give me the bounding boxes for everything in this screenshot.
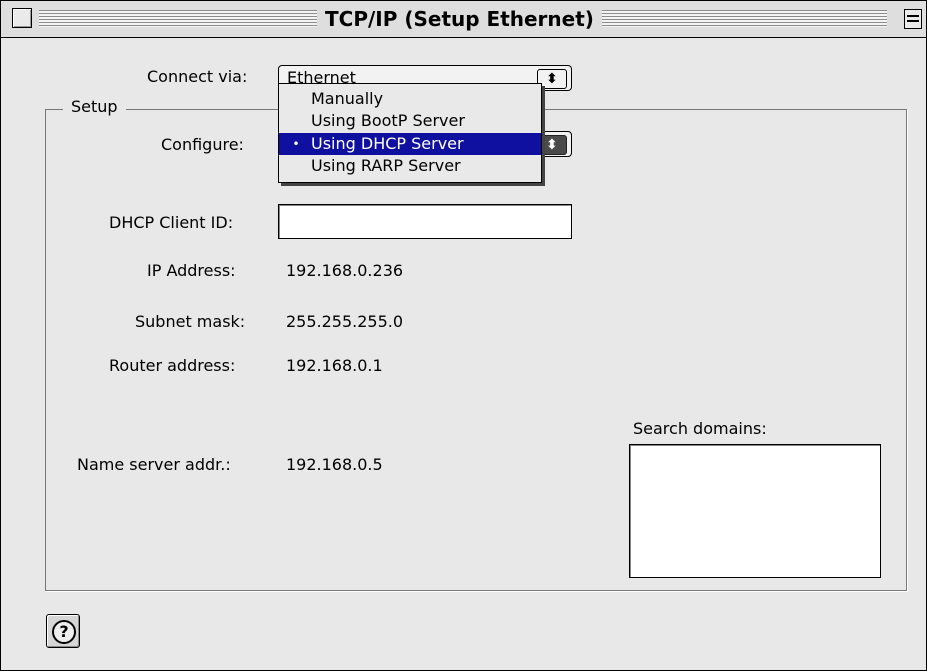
setup-group-label: Setup: [63, 97, 126, 117]
search-domains-field[interactable]: [629, 444, 881, 578]
menu-item-label: Using DHCP Server: [311, 134, 464, 153]
subnet-mask-label: Subnet mask:: [135, 312, 246, 331]
help-button[interactable]: ?: [46, 614, 80, 648]
dhcp-client-id-field[interactable]: [278, 204, 572, 239]
menu-item-label: Using RARP Server: [311, 156, 461, 175]
router-address-value: 192.168.0.1: [286, 356, 383, 375]
help-icon: ?: [52, 620, 76, 644]
menu-item-bootp[interactable]: Using BootP Server: [279, 110, 541, 132]
configure-label: Configure:: [161, 135, 244, 154]
router-address-label: Router address:: [109, 356, 236, 375]
menu-item-label: Using BootP Server: [311, 111, 465, 130]
menu-item-dhcp[interactable]: • Using DHCP Server: [279, 133, 541, 155]
tcpip-window: TCP/IP (Setup Ethernet) Connect via: Eth…: [0, 0, 927, 671]
menu-item-manually[interactable]: Manually: [279, 88, 541, 110]
ip-address-label: IP Address:: [147, 261, 236, 280]
window-title: TCP/IP (Setup Ethernet): [317, 5, 602, 33]
subnet-mask-value: 255.255.255.0: [286, 312, 404, 331]
title-bar[interactable]: TCP/IP (Setup Ethernet): [1, 1, 926, 38]
connect-via-label: Connect via:: [147, 67, 248, 86]
name-server-value: 192.168.0.5: [286, 455, 383, 474]
menu-item-label: Manually: [311, 89, 384, 108]
selected-bullet-icon: •: [292, 137, 300, 151]
menu-item-rarp[interactable]: Using RARP Server: [279, 155, 541, 177]
dhcp-client-id-label: DHCP Client ID:: [109, 213, 234, 232]
name-server-label: Name server addr.:: [77, 455, 231, 474]
ip-address-value: 192.168.0.236: [286, 261, 404, 280]
collapse-box[interactable]: [904, 9, 922, 29]
search-domains-label: Search domains:: [633, 419, 767, 438]
close-box[interactable]: [12, 8, 32, 28]
configure-dropdown-menu: Manually Using BootP Server • Using DHCP…: [278, 83, 542, 183]
